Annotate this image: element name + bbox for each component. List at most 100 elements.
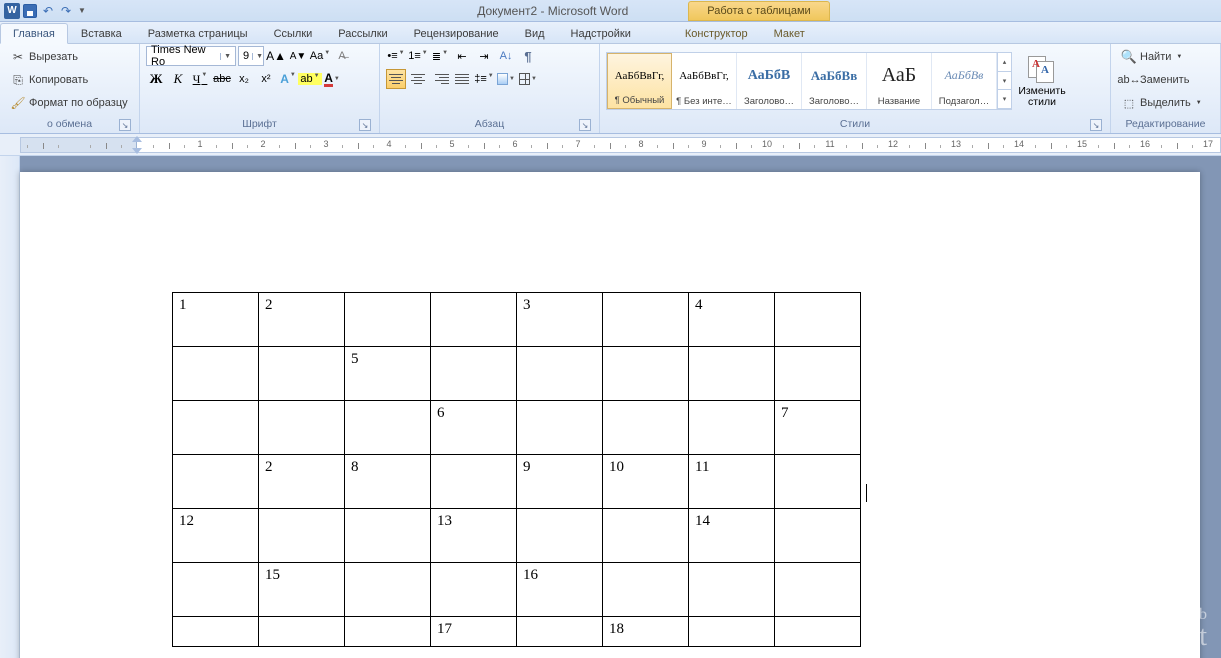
clipboard-launcher-icon[interactable]: ↘ (119, 119, 131, 131)
find-button[interactable]: 🔍Найти▼ (1117, 46, 1214, 68)
font-name-combo[interactable]: Times New Ro▼ (146, 46, 236, 66)
highlight-button[interactable]: ab▼ (300, 69, 320, 89)
table-cell[interactable] (517, 347, 603, 401)
grow-font-button[interactable]: A▲ (266, 46, 286, 66)
document-page[interactable]: 1234567289101112131415161718 (20, 172, 1200, 658)
table-cell[interactable] (173, 617, 259, 647)
table-cell[interactable] (775, 455, 861, 509)
paragraph-launcher-icon[interactable]: ↘ (579, 119, 591, 131)
table-cell[interactable]: 2 (259, 455, 345, 509)
table-cell[interactable]: 12 (173, 509, 259, 563)
change-case-button[interactable]: Aa▼ (310, 46, 330, 66)
table-cell[interactable] (603, 293, 689, 347)
table-cell[interactable] (431, 563, 517, 617)
undo-button[interactable]: ↶ (40, 3, 56, 19)
table-cell[interactable]: 18 (603, 617, 689, 647)
table-cell[interactable] (259, 347, 345, 401)
table-cell[interactable] (173, 401, 259, 455)
table-cell[interactable] (431, 455, 517, 509)
font-size-combo[interactable]: 9▼ (238, 46, 264, 66)
vertical-ruler[interactable] (0, 156, 20, 658)
table-cell[interactable]: 15 (259, 563, 345, 617)
tab-addins[interactable]: Надстройки (558, 23, 644, 43)
table-cell[interactable] (345, 563, 431, 617)
style-item-5[interactable]: АаБбВвПодзагол… (932, 53, 997, 109)
table-cell[interactable] (775, 509, 861, 563)
table-cell[interactable] (173, 563, 259, 617)
table-cell[interactable] (603, 509, 689, 563)
table-cell[interactable] (689, 563, 775, 617)
horizontal-ruler[interactable]: 1234567891011121314151617 (0, 134, 1221, 156)
tab-review[interactable]: Рецензирование (401, 23, 512, 43)
table-cell[interactable] (345, 617, 431, 647)
borders-button[interactable]: ▼ (518, 69, 538, 89)
table-cell[interactable] (517, 617, 603, 647)
show-hide-button[interactable]: ¶ (518, 46, 538, 66)
table-cell[interactable]: 8 (345, 455, 431, 509)
table-cell[interactable] (775, 347, 861, 401)
table-cell[interactable]: 10 (603, 455, 689, 509)
table-cell[interactable] (689, 617, 775, 647)
left-indent-marker[interactable] (132, 148, 142, 154)
align-center-button[interactable] (408, 69, 428, 89)
table-cell[interactable] (173, 455, 259, 509)
multilevel-list-button[interactable]: ≣▼ (430, 46, 450, 66)
bullets-button[interactable]: •≡▼ (386, 46, 406, 66)
styles-launcher-icon[interactable]: ↘ (1090, 119, 1102, 131)
cut-button[interactable]: ✂Вырезать (6, 46, 133, 68)
table-cell[interactable] (431, 293, 517, 347)
table-cell[interactable]: 9 (517, 455, 603, 509)
font-launcher-icon[interactable]: ↘ (359, 119, 371, 131)
table-cell[interactable]: 17 (431, 617, 517, 647)
align-left-button[interactable] (386, 69, 406, 89)
superscript-button[interactable]: x² (256, 69, 276, 89)
save-button[interactable] (22, 3, 38, 19)
tab-table-layout[interactable]: Макет (761, 23, 818, 43)
decrease-indent-button[interactable]: ⇤ (452, 46, 472, 66)
increase-indent-button[interactable]: ⇥ (474, 46, 494, 66)
table-cell[interactable] (603, 401, 689, 455)
table-cell[interactable] (517, 509, 603, 563)
table-cell[interactable]: 14 (689, 509, 775, 563)
table-cell[interactable] (259, 401, 345, 455)
table-cell[interactable] (345, 293, 431, 347)
change-styles-button[interactable]: AA Изменить стили (1015, 52, 1069, 110)
font-color-button[interactable]: A▼ (322, 69, 342, 89)
style-item-3[interactable]: АаБбВвЗаголово… (802, 53, 867, 109)
clear-formatting-button[interactable]: A̶ (332, 46, 352, 66)
redo-button[interactable]: ↷ (58, 3, 74, 19)
table-cell[interactable] (345, 401, 431, 455)
tab-references[interactable]: Ссылки (261, 23, 326, 43)
table-cell[interactable] (603, 563, 689, 617)
select-button[interactable]: ⬚Выделить▼ (1117, 92, 1214, 114)
table-cell[interactable]: 1 (173, 293, 259, 347)
table-cell[interactable]: 11 (689, 455, 775, 509)
table-cell[interactable] (775, 563, 861, 617)
italic-button[interactable]: К (168, 69, 188, 89)
table-cell[interactable] (259, 509, 345, 563)
style-item-0[interactable]: АаБбВвГг,¶ Обычный (607, 53, 672, 109)
copy-button[interactable]: ⎘Копировать (6, 69, 133, 91)
underline-button[interactable]: Ч▼ (190, 69, 210, 89)
bold-button[interactable]: Ж (146, 69, 166, 89)
table-cell[interactable]: 2 (259, 293, 345, 347)
table-cell[interactable]: 6 (431, 401, 517, 455)
table-cell[interactable]: 7 (775, 401, 861, 455)
sort-button[interactable]: A↓ (496, 46, 516, 66)
table-cell[interactable] (431, 347, 517, 401)
table-cell[interactable]: 5 (345, 347, 431, 401)
style-item-4[interactable]: АаБНазвание (867, 53, 932, 109)
document-table[interactable]: 1234567289101112131415161718 (172, 292, 861, 647)
table-cell[interactable] (173, 347, 259, 401)
table-cell[interactable] (517, 401, 603, 455)
first-line-indent-marker[interactable] (132, 136, 142, 142)
numbering-button[interactable]: 1≡▼ (408, 46, 428, 66)
table-cell[interactable] (259, 617, 345, 647)
shading-button[interactable]: ▼ (496, 69, 516, 89)
table-cell[interactable] (603, 347, 689, 401)
word-app-icon[interactable]: W (4, 3, 20, 19)
shrink-font-button[interactable]: A▼ (288, 46, 308, 66)
text-effects-button[interactable]: A▼ (278, 69, 298, 89)
table-cell[interactable] (345, 509, 431, 563)
align-right-button[interactable] (430, 69, 450, 89)
